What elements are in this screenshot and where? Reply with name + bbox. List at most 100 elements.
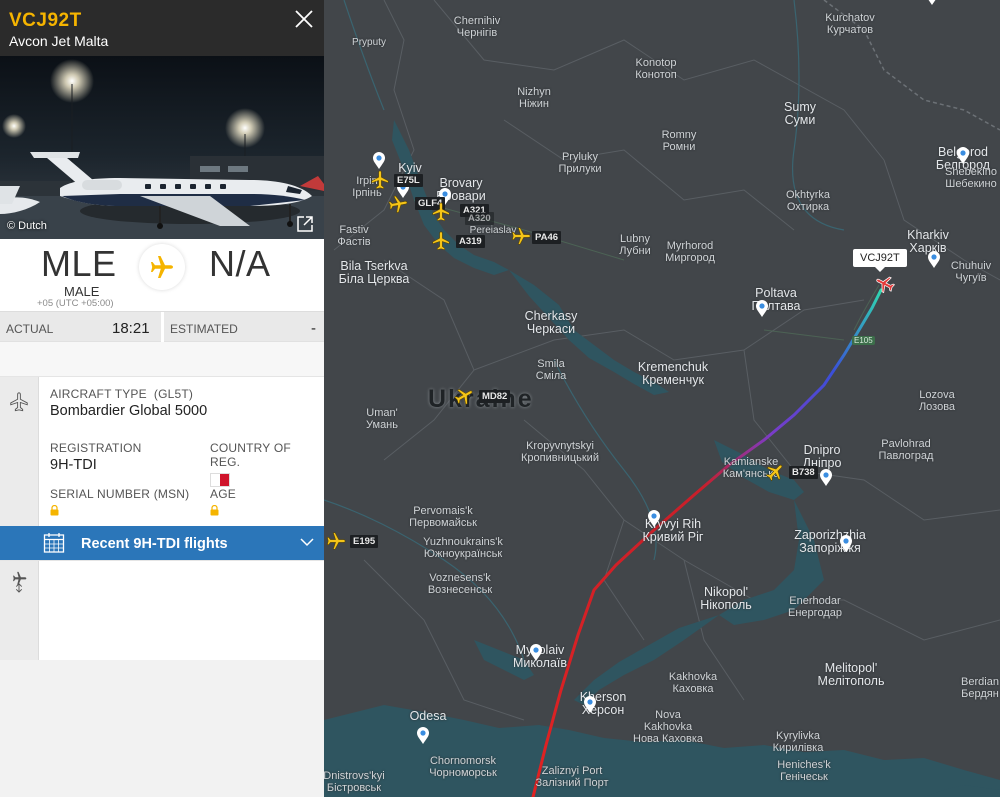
aircraft-tag[interactable]: A320 — [465, 212, 494, 225]
altitude-icon — [13, 571, 27, 593]
aircraft-photo[interactable]: © Dutch — [0, 56, 324, 239]
destination-code[interactable]: N/A — [209, 243, 271, 285]
aircraft-section: AIRCRAFT TYPE (GL5T) Bombardier Global 5… — [0, 376, 324, 526]
close-icon[interactable] — [293, 8, 315, 30]
city-pryluky: Pryluky Прилуки — [558, 151, 602, 175]
map-pin-icon[interactable] — [416, 727, 430, 745]
aircraft-type-code: (GL5T) — [153, 387, 194, 401]
aircraft-icon[interactable] — [510, 225, 532, 247]
city-uman: Uman' Умань — [366, 407, 398, 431]
flight-map[interactable]: Ukraine ChernihivЧернігів KurchatovКурча… — [324, 0, 1000, 797]
city-nizhyn: Nizhyn Ніжин — [517, 86, 551, 110]
city-kropyvnytskyi: Kropyvnytskyi Кропивницький — [521, 440, 599, 464]
map-pin-icon[interactable] — [819, 469, 833, 487]
city-konotop: Konotop Конотоп — [635, 57, 677, 81]
aircraft-tag[interactable]: B738 — [789, 466, 818, 479]
city-nova-kakhovka: Nova Kakhovka Нова Каховка — [633, 709, 703, 745]
city-chernihiv: Chernihiv Чернігів — [453, 15, 501, 39]
city-myrhorod: Myrhorod Миргород — [665, 240, 715, 264]
callsign: VCJ92T — [9, 10, 82, 31]
aircraft-tag[interactable]: PA46 — [532, 231, 562, 244]
city-zaliznyi-port: Zaliznyi Port Залізний Порт — [535, 765, 609, 789]
estimated-time: - — [311, 320, 316, 337]
route-plane-icon — [139, 244, 185, 290]
city-kurchatov: Kurchatov Курчатов — [825, 12, 875, 36]
city-smila: Smila Сміла — [535, 358, 567, 382]
city-chornomorsk: Chornomorsk Чорноморськ — [429, 755, 497, 779]
country-label: COUNTRY OF REG. — [210, 441, 291, 469]
selected-flight-callout[interactable]: VCJ92T — [853, 249, 907, 272]
city-bila-tserkva: Bila Tserkva Біла Церква — [338, 259, 410, 286]
map-pin-icon[interactable] — [529, 644, 543, 662]
map-pin-icon[interactable] — [956, 147, 970, 165]
expand-photo-icon[interactable] — [296, 215, 314, 233]
altitude-section — [0, 560, 324, 660]
aircraft-icon[interactable] — [453, 385, 475, 407]
map-pin-icon[interactable] — [372, 152, 386, 170]
city-pervomaisk: Pervomais'k Первомайськ — [409, 505, 477, 529]
city-melitopol: Melitopol' Мелітополь — [817, 661, 885, 688]
city-cherkasy: Cherkasy Черкаси — [524, 309, 578, 336]
estimated-label: ESTIMATED — [170, 322, 238, 336]
city-kakhovka: Kakhovka Каховка — [668, 671, 718, 695]
city-kremenchuk: Kremenchuk Кременчук — [637, 360, 709, 387]
city-sumy: Sumy Суми — [784, 100, 816, 127]
city-fastiv: Fastiv Фастів — [337, 224, 371, 248]
registration-field: REGISTRATION 9H-TDI — [50, 441, 142, 473]
registration-value[interactable]: 9H-TDI — [50, 457, 142, 473]
aircraft-icon[interactable] — [764, 461, 786, 483]
aircraft-icon[interactable] — [325, 530, 347, 552]
serial-field: SERIAL NUMBER (MSN) — [50, 487, 189, 521]
city-kyrylivka: Kyrylivka Кирилівка — [772, 730, 824, 754]
divider — [161, 312, 164, 342]
aircraft-photo-image — [0, 56, 324, 239]
lock-icon[interactable] — [50, 505, 59, 516]
city-pryputy: Pryputy — [352, 37, 386, 48]
city-voznesensk: Voznesens'k Вознесенськ — [427, 572, 493, 596]
aircraft-tag[interactable]: E75L — [394, 174, 423, 187]
country-field: COUNTRY OF REG. — [210, 441, 324, 492]
map-pin-icon[interactable] — [839, 535, 853, 553]
registration-label: REGISTRATION — [50, 441, 142, 455]
panel-header: VCJ92T Avcon Jet Malta — [0, 0, 324, 56]
city-lubny: Lubny Лубни — [619, 233, 651, 257]
recent-flights-bar[interactable]: Recent 9H-TDI flights — [0, 526, 324, 560]
city-zaporizhzhia: Zaporizhzhia Запоріжжя — [794, 528, 866, 555]
serial-label: SERIAL NUMBER (MSN) — [50, 487, 190, 501]
photo-credit[interactable]: © Dutch — [7, 220, 47, 232]
city-berdiansk: Berdian Бердян — [961, 676, 999, 700]
malta-flag-icon — [210, 473, 230, 487]
city-shebekino: Shebekino Шебекино — [945, 166, 997, 190]
chevron-down-icon[interactable] — [300, 537, 314, 547]
aircraft-icon[interactable] — [430, 230, 452, 252]
city-odesa: Odesa — [409, 709, 447, 723]
origin-code[interactable]: MLE — [41, 243, 117, 285]
aircraft-tag[interactable]: MD82 — [479, 390, 511, 403]
map-pin-icon[interactable] — [925, 0, 939, 6]
aircraft-icon[interactable] — [430, 201, 452, 223]
calendar-icon — [43, 533, 65, 553]
city-bilhorod: Dnistrovs'kyi Бістровськ — [324, 770, 385, 794]
map-pin-icon[interactable] — [927, 251, 941, 269]
map-pin-icon[interactable] — [583, 696, 597, 714]
city-henichesk: Heniches'k Генічеськ — [777, 759, 831, 783]
aircraft-tag[interactable]: A319 — [456, 235, 485, 248]
map-pin-icon[interactable] — [647, 510, 661, 528]
city-pavlohrad: Pavlohrad Павлоград — [878, 438, 934, 462]
road-shield: E105 — [852, 336, 875, 345]
age-field: AGE — [210, 487, 236, 521]
route-summary: MLE MALE +05 (UTC +05:00) N/A — [0, 239, 324, 311]
city-okhtyrka: Okhtyrka Охтирка — [785, 189, 831, 213]
recent-flights-label: Recent 9H-TDI flights — [81, 536, 228, 552]
aircraft-tag[interactable]: E195 — [350, 535, 379, 548]
city-yuzhnoukrainsk: Yuzhnoukrains'k Южноукраїнськ — [423, 536, 503, 560]
flight-times: ACTUAL 18:21 ESTIMATED - — [0, 311, 324, 342]
panel-spacer — [0, 341, 324, 376]
selected-aircraft-icon[interactable] — [874, 273, 896, 295]
aircraft-icon[interactable] — [369, 169, 391, 191]
age-label: AGE — [210, 487, 236, 501]
map-pin-icon[interactable] — [755, 300, 769, 318]
map-base — [324, 0, 1000, 797]
lock-icon[interactable] — [210, 505, 219, 516]
aircraft-icon[interactable] — [387, 193, 409, 215]
